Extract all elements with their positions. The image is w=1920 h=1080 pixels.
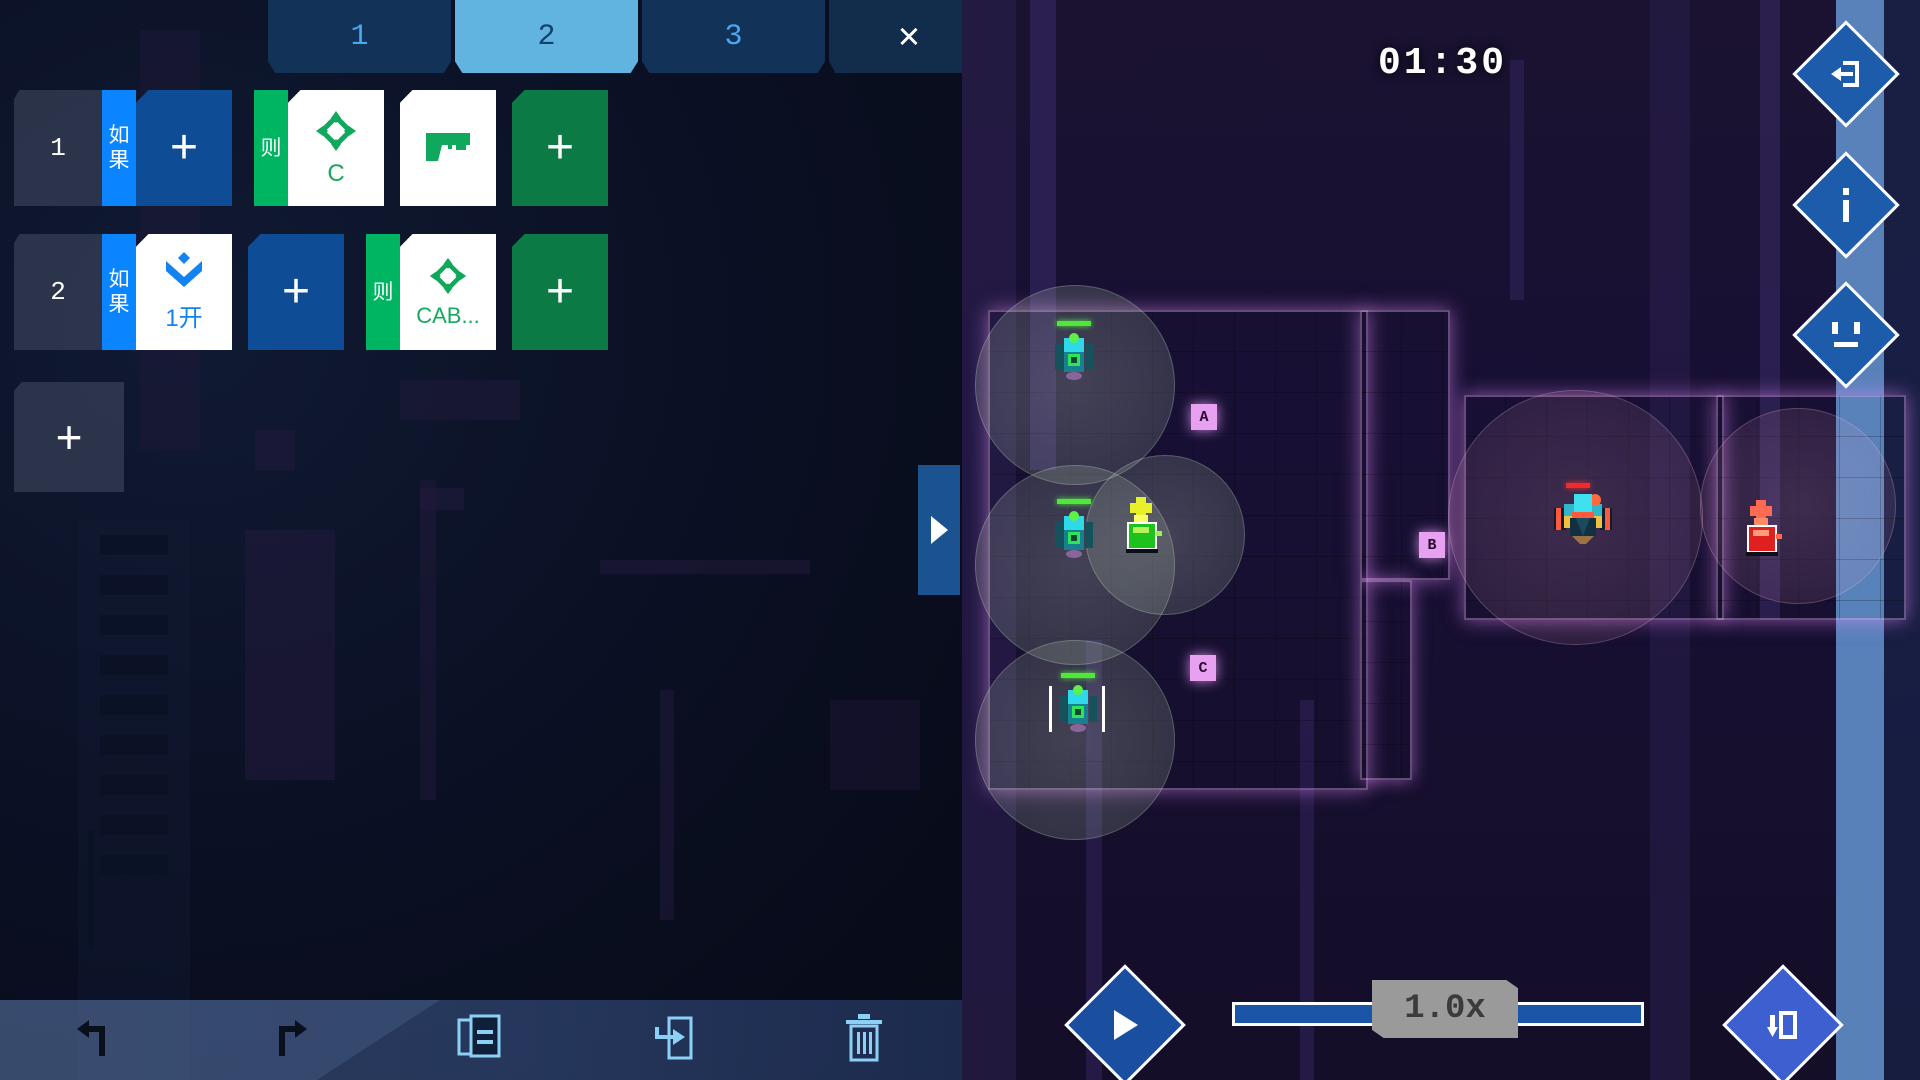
move-diamond-icon: [314, 109, 358, 158]
trash-icon: [843, 1013, 885, 1067]
copy-button[interactable]: [384, 1000, 576, 1080]
then-tag: 则: [254, 90, 288, 206]
script-tabs: 1 2 3 ✕: [268, 0, 962, 73]
player-robot-3[interactable]: [1049, 673, 1105, 734]
tab-2[interactable]: 2: [455, 0, 638, 73]
pistol-icon: [422, 127, 474, 170]
condition-empty-slot[interactable]: +: [248, 234, 344, 350]
bg-circuit: [420, 488, 464, 510]
enemy-robot-1[interactable]: [1552, 483, 1614, 548]
face-icon: [1826, 320, 1866, 350]
play-icon: [1110, 1008, 1140, 1042]
expand-panel-button[interactable]: [918, 465, 960, 595]
reset-icon: [1767, 1009, 1799, 1041]
player-robot-2[interactable]: [1052, 499, 1096, 560]
bg-circuit: [100, 815, 168, 835]
if-tag: 如果: [102, 90, 136, 206]
action-card-shoot[interactable]: [400, 90, 496, 206]
bg-circuit: [100, 535, 168, 555]
health-crate-red[interactable]: [1742, 500, 1784, 556]
action-card-move[interactable]: C: [288, 90, 384, 206]
rule-row-number: 1: [14, 90, 102, 206]
redo-button[interactable]: [192, 1000, 384, 1080]
action-card-label: CAB...: [416, 302, 480, 328]
bg-circuit: [78, 520, 190, 1080]
bg-circuit: [88, 830, 94, 950]
undo-icon: [75, 1016, 117, 1065]
bg-circuit: [100, 655, 168, 675]
player-robot-1[interactable]: [1052, 321, 1096, 382]
add-condition-icon: +: [281, 265, 311, 318]
rule-list: 1 如果 + 则 C + 2 如果 1开 + 则 CAB... +: [14, 90, 608, 378]
add-action-icon: +: [545, 121, 575, 174]
health-crate-green[interactable]: [1122, 497, 1164, 553]
map-marker: B: [1419, 532, 1445, 558]
tab-3[interactable]: 3: [642, 0, 825, 73]
rule-row-number: 2: [14, 234, 102, 350]
selection-bracket: [1049, 686, 1105, 732]
action-card-move[interactable]: CAB...: [400, 234, 496, 350]
bg-circuit: [420, 480, 436, 800]
paste-icon: [649, 1015, 695, 1066]
health-bar-enemy: [1566, 483, 1590, 488]
if-tag: 如果: [102, 234, 136, 350]
condition-card-chevron[interactable]: 1开: [136, 234, 232, 350]
bg-circuit: [245, 530, 335, 780]
delete-button[interactable]: [768, 1000, 960, 1080]
bg-circuit: [100, 855, 168, 875]
action-card-label: C: [327, 159, 345, 187]
redo-icon: [267, 1016, 309, 1065]
bg-circuit: [830, 700, 920, 790]
robot-sprite: [1055, 511, 1093, 558]
bg-circuit: [100, 775, 168, 795]
expand-panel-icon: [931, 516, 948, 544]
crate-sprite: [1746, 500, 1784, 556]
add-action-icon: +: [545, 265, 575, 318]
tab-1[interactable]: 1: [268, 0, 451, 73]
undo-button[interactable]: [0, 1000, 192, 1080]
paste-button[interactable]: [576, 1000, 768, 1080]
map-floor-south: [1360, 580, 1412, 780]
info-icon: [1839, 188, 1853, 222]
bg-circuit: [100, 695, 168, 715]
action-empty-slot[interactable]: +: [512, 234, 608, 350]
bg-circuit: [255, 430, 295, 470]
exit-icon: [1829, 59, 1863, 89]
map-floor-west: [988, 310, 1368, 790]
rule-row-2: 2 如果 1开 + 则 CAB... +: [14, 234, 608, 350]
copy-icon: [457, 1014, 503, 1067]
mission-timer: 01:30: [1378, 42, 1508, 85]
chevron-double-down-icon: [161, 251, 207, 296]
bg-circuit: [660, 690, 674, 920]
bg-circuit: [600, 560, 810, 574]
program-panel: 1 2 3 ✕ 1 如果 + 则 C + 2 如果 1开 + 则 CAB... …: [0, 0, 962, 1080]
crate-sprite: [1126, 497, 1164, 553]
robot-sprite: [1055, 333, 1093, 380]
speed-value[interactable]: 1.0x: [1372, 980, 1518, 1038]
enemy-robot-sprite: [1554, 494, 1612, 544]
condition-card-label: 1开: [165, 305, 203, 332]
add-condition-icon: +: [169, 121, 199, 174]
condition-empty-slot[interactable]: +: [136, 90, 232, 206]
app-root: A B C 01:30 1.0x 1 2 3 ✕ 1 如果 + 则 C + 2 …: [0, 0, 1920, 1080]
edit-toolbar: [0, 1000, 962, 1080]
rule-row-1: 1 如果 + 则 C +: [14, 90, 608, 206]
then-tag: 则: [366, 234, 400, 350]
bg-circuit: [100, 575, 168, 595]
action-empty-slot[interactable]: +: [512, 90, 608, 206]
add-rule-row-button[interactable]: +: [14, 382, 124, 492]
bg-circuit: [100, 735, 168, 755]
move-diamond-icon: [428, 256, 468, 301]
health-bar: [1057, 499, 1091, 504]
bg-circuit: [100, 615, 168, 635]
health-bar: [1057, 321, 1091, 326]
map-marker: C: [1190, 655, 1216, 681]
bg-circuit: [400, 380, 520, 420]
close-panel-button[interactable]: ✕: [829, 0, 962, 73]
map-marker: A: [1191, 404, 1217, 430]
health-bar: [1061, 673, 1095, 678]
